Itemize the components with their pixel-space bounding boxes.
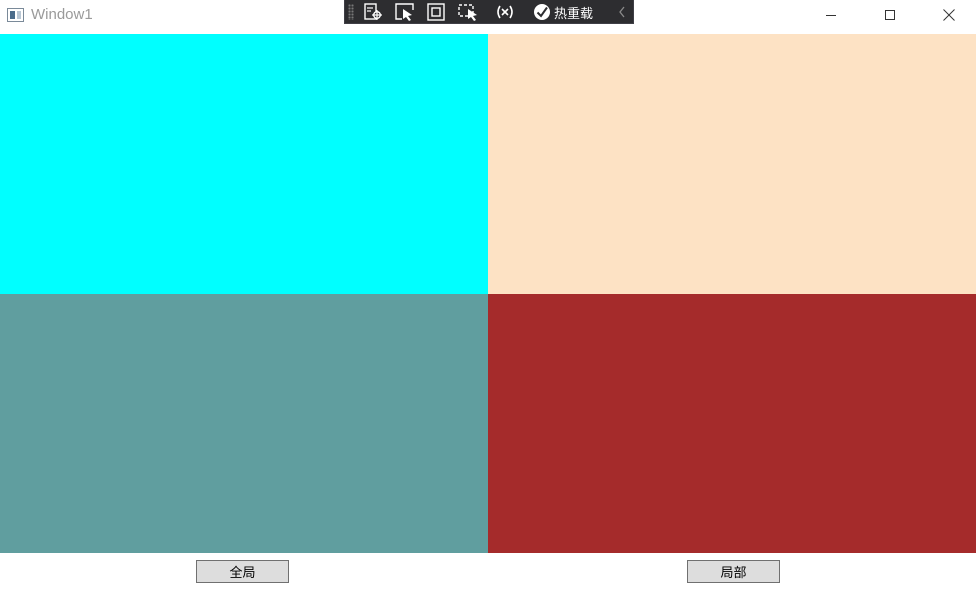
display-layout-adorners-icon[interactable] (425, 2, 447, 22)
collapse-chevron-icon[interactable] (617, 2, 627, 22)
color-grid (0, 34, 976, 553)
select-element-icon[interactable] (393, 2, 417, 22)
minimize-button[interactable] (808, 0, 854, 30)
button-bar: 全局 局部 (0, 553, 976, 590)
local-button[interactable]: 局部 (687, 560, 780, 583)
maximize-icon (885, 10, 895, 20)
hot-reload-button[interactable]: 热重载 (533, 2, 593, 22)
minimize-icon (826, 15, 836, 16)
window-title: Window1 (31, 6, 93, 23)
track-focused-element-icon[interactable] (456, 2, 480, 22)
panel-top-left (0, 34, 488, 294)
title-bar: Window1 热重载 (0, 0, 976, 33)
close-button[interactable] (926, 0, 972, 30)
global-button[interactable]: 全局 (196, 560, 289, 583)
panel-top-right (488, 34, 976, 294)
hot-reload-check-icon (534, 4, 550, 20)
panel-bottom-left (0, 294, 488, 553)
hot-reload-label: 热重载 (554, 6, 594, 22)
maximize-button[interactable] (867, 0, 913, 30)
binding-failures-icon[interactable] (493, 2, 517, 22)
app-window-icon (7, 8, 24, 22)
close-icon (943, 9, 955, 21)
xaml-debug-toolbar: 热重载 (344, 0, 634, 24)
panel-bottom-right (488, 294, 976, 553)
toolbar-grip-handle[interactable] (348, 4, 354, 20)
live-visual-tree-icon[interactable] (361, 2, 385, 22)
